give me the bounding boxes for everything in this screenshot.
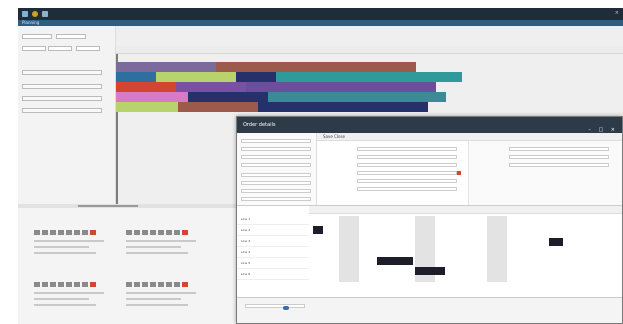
non-working-time [339,216,359,282]
gantt-bar[interactable] [116,72,156,82]
scheduled-event[interactable] [415,267,445,275]
status-indicator [457,171,461,175]
app-titlebar: × [18,8,623,20]
non-working-time [487,216,507,282]
gantt-bar[interactable] [246,82,436,92]
field-input[interactable] [357,187,457,191]
scheduled-event[interactable] [377,257,413,265]
scheduler-time-header [309,206,622,214]
order-cards-panel [18,208,238,324]
gantt-bar[interactable] [216,62,416,72]
resource-row[interactable] [22,108,102,113]
gantt-bar[interactable] [188,92,268,102]
app-icon [22,11,28,17]
gantt-bar[interactable] [276,72,462,82]
footer-field[interactable] [245,304,305,308]
resource-row[interactable] [22,84,102,89]
dialog-title: Order details [243,122,276,128]
scheduler-row[interactable]: Line 6 [237,269,309,280]
dialog-footer [237,297,622,323]
gantt-bar[interactable] [116,82,176,92]
field-input[interactable] [241,155,311,159]
dialog-toolbar: Save Close [317,133,622,141]
field-input[interactable] [241,189,311,193]
scheduler-row[interactable]: Line 1 [237,214,309,225]
window-close-icon[interactable]: × [615,10,619,16]
filter-field[interactable] [48,46,72,51]
order-card[interactable] [34,230,134,270]
field-input[interactable] [509,147,609,151]
gantt-bar[interactable] [258,102,428,112]
order-dialog: Order details – □ × Save Close Line 1 Li… [236,116,623,324]
scheduled-event[interactable] [549,238,563,246]
order-card[interactable] [34,282,134,322]
field-input[interactable] [241,163,311,167]
gantt-bar[interactable] [116,92,188,102]
scheduler-row[interactable]: Line 3 [237,236,309,247]
gantt-bar[interactable] [236,72,276,82]
filter-field[interactable] [56,34,86,39]
scrollbar-thumb[interactable] [78,205,138,207]
gantt-bar[interactable] [156,72,236,82]
field-input[interactable] [357,147,457,151]
field-input[interactable] [509,163,609,167]
resource-row[interactable] [22,96,102,101]
gantt-bar[interactable] [178,102,258,112]
filter-panel [18,26,116,204]
field-input[interactable] [241,197,311,201]
scheduler-row[interactable]: Line 5 [237,258,309,269]
gantt-bar[interactable] [268,92,446,102]
gantt-timeline-header [116,46,623,54]
footer-toggle[interactable] [283,306,289,310]
scheduler-row[interactable]: Line 2 [237,225,309,236]
field-input[interactable] [357,163,457,167]
field-input[interactable] [357,155,457,159]
scheduler-row[interactable]: Line 4 [237,247,309,258]
field-input[interactable] [241,173,311,177]
field-input[interactable] [357,179,457,183]
resource-row[interactable] [22,70,102,75]
field-input[interactable] [241,139,311,143]
filter-field[interactable] [76,46,100,51]
field-input[interactable] [357,171,457,175]
field-input[interactable] [241,181,311,185]
order-card[interactable] [126,282,226,322]
field-input[interactable] [509,155,609,159]
refresh-icon[interactable] [42,11,48,17]
gantt-bar[interactable] [176,82,246,92]
dialog-titlebar[interactable]: Order details – □ × [237,117,622,133]
gantt-bar[interactable] [116,62,216,72]
order-card[interactable] [126,230,226,270]
resource-scheduler: Line 1 Line 2 Line 3 Line 4 Line 5 Line … [237,205,622,295]
dialog-toolbar-label[interactable]: Save Close [323,134,345,139]
gantt-bar[interactable] [116,102,178,112]
save-icon[interactable] [32,11,38,17]
scheduled-event[interactable] [313,226,323,234]
filter-field[interactable] [22,34,52,39]
field-input[interactable] [241,147,311,151]
filter-field[interactable] [22,46,46,51]
